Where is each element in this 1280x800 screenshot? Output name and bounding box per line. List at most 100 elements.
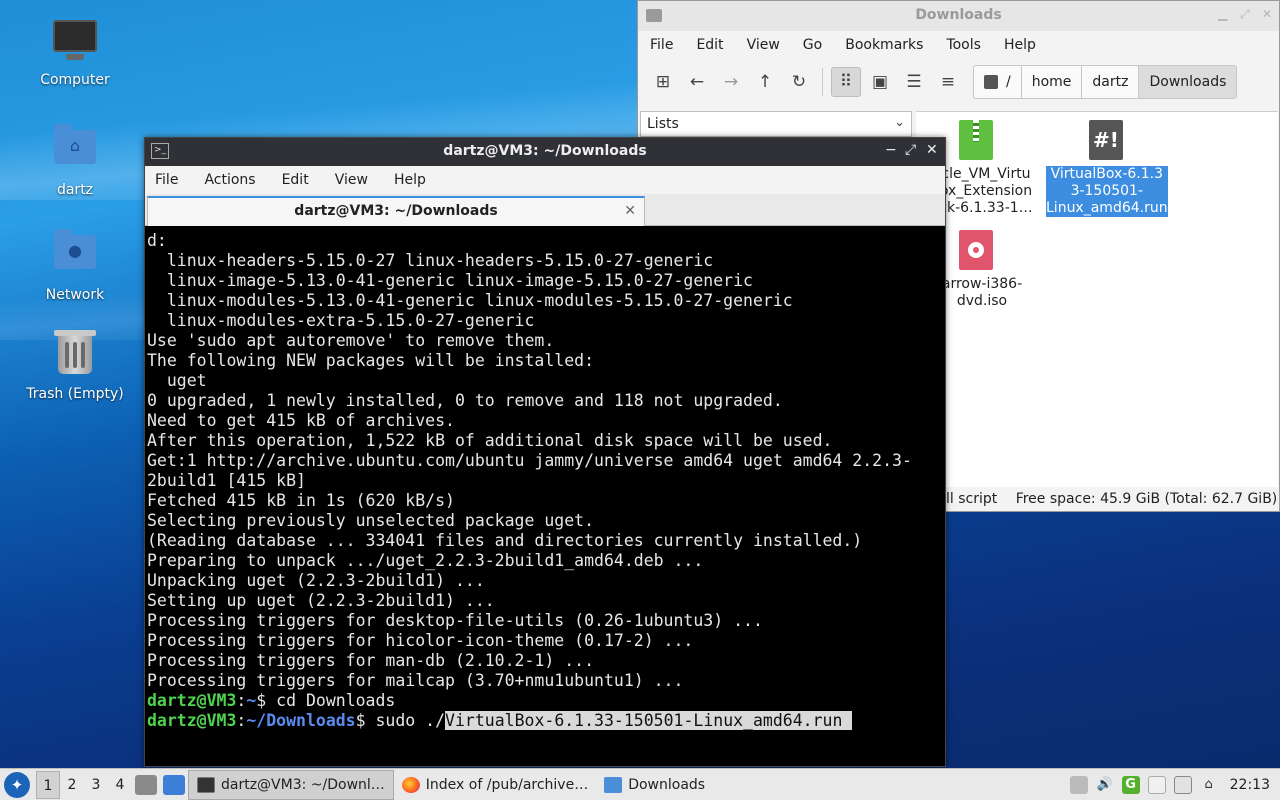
terminal-tab-bar: dartz@VM3: ~/Downloads ✕ [145,194,945,226]
terminal-line: Processing triggers for hicolor-icon-the… [147,631,694,650]
menu-help[interactable]: Help [394,172,426,188]
terminal-line: After this operation, 1,522 kB of additi… [147,431,833,450]
archive-icon [959,120,993,160]
forward-icon[interactable]: → [716,67,746,97]
thumbnail-view-icon[interactable]: ▣ [865,67,895,97]
file-manager-titlebar[interactable]: Downloads ▁ ⤢ ✕ [638,1,1279,31]
desktop-icon-label: Network [45,287,105,303]
uget-icon[interactable]: G [1121,775,1140,794]
terminal-icon [197,776,215,793]
show-desktop-icon[interactable] [163,774,185,795]
status-free-space: Free space: 45.9 GiB (Total: 62.7 GiB) [1015,491,1278,507]
menu-view[interactable]: View [335,172,368,188]
terminal-line: Need to get 415 kB of archives. [147,411,455,430]
window-title: dartz@VM3: ~/Downloads [443,143,647,159]
maximize-icon[interactable]: ⤢ [1240,7,1250,22]
terminal-lines: d: linux-headers-5.15.0-27 linux-headers… [147,231,943,691]
reload-icon[interactable]: ↻ [784,67,814,97]
desktop-icon-home[interactable]: ⌂ dartz [20,122,130,198]
breadcrumb-home[interactable]: home [1022,66,1083,98]
task-file-manager[interactable]: Downloads [596,770,713,800]
desktop-icon-network[interactable]: ● Network [20,227,130,303]
clipboard-icon[interactable] [1069,775,1088,794]
breadcrumb-dartz[interactable]: dartz [1082,66,1140,98]
minimize-icon[interactable]: ▁ [1218,7,1227,21]
maximize-icon[interactable]: ⤢ [905,142,916,158]
terminal-titlebar[interactable]: >_ dartz@VM3: ~/Downloads − ⤢ ✕ [145,138,945,166]
home-folder-icon: ⌂ [52,124,98,176]
folder-icon [604,776,623,793]
file-item-selected[interactable]: #! VirtualBox-6.1.3 3-150501- Linux_amd6… [1046,120,1168,217]
workspace-1[interactable]: 1 [36,770,60,799]
terminal-line: linux-image-5.13.0-41-generic linux-imag… [147,271,753,290]
system-tray: 🔊 G ⌂ 22:13 [1069,775,1280,794]
task-terminal[interactable]: dartz@VM3: ~/Downl… [188,769,394,800]
terminal-line: Processing triggers for man-db (2.10.2-1… [147,651,595,670]
task-firefox[interactable]: Index of /pub/archive… [394,770,596,800]
detailed-list-icon[interactable]: ≡ [933,67,963,97]
desktop-icon-label: dartz [56,182,94,198]
back-icon[interactable]: ← [682,67,712,97]
status-bar: ll script Free space: 45.9 GiB (Total: 6… [916,489,1278,511]
menu-go[interactable]: Go [803,37,833,53]
terminal-line: Processing triggers for mailcap (3.70+nm… [147,671,684,690]
desktop-icon-computer[interactable]: Computer [20,18,130,88]
close-icon[interactable]: ✕ [1262,7,1272,21]
compact-view-icon[interactable]: ☰ [899,67,929,97]
file-manager-menubar: File Edit View Go Bookmarks Tools Help [638,31,1279,59]
menu-view[interactable]: View [747,37,791,53]
drive-icon [984,75,998,89]
breadcrumb-downloads[interactable]: Downloads [1139,66,1237,98]
menu-tools[interactable]: Tools [946,37,992,53]
workspace-4[interactable]: 4 [108,771,132,799]
updates-icon[interactable] [1173,775,1192,794]
menu-edit[interactable]: Edit [696,37,734,53]
terminal-line: Preparing to unpack .../uget_2.2.3-2buil… [147,551,704,570]
menu-actions[interactable]: Actions [204,172,255,188]
status-selection: ll script [946,491,998,507]
terminal-line: linux-headers-5.15.0-27 linux-headers-5.… [147,251,714,270]
menu-file[interactable]: File [155,172,178,188]
desktop-icon-label: Computer [40,72,110,88]
up-icon[interactable]: ↑ [750,67,780,97]
chevron-down-icon: ⌄ [894,115,905,130]
workspace-3[interactable]: 3 [84,771,108,799]
terminal-line: Processing triggers for desktop-file-uti… [147,611,763,630]
terminal-line: d: [147,231,167,250]
menu-bookmarks[interactable]: Bookmarks [845,37,934,53]
terminal-line: (Reading database ... 334041 files and d… [147,531,863,550]
network-icon[interactable]: ⌂ [1200,776,1218,794]
terminal-line: Fetched 415 kB in 1s (620 kB/s) [147,491,455,510]
tab-close-icon[interactable]: ✕ [624,203,636,219]
workspace-2[interactable]: 2 [60,771,84,799]
menu-edit[interactable]: Edit [282,172,309,188]
menu-help[interactable]: Help [1004,37,1047,53]
terminal-tab[interactable]: dartz@VM3: ~/Downloads ✕ [147,196,645,226]
terminal-line: linux-modules-extra-5.15.0-27-generic [147,311,535,330]
terminal-line: uget [147,371,207,390]
terminal-line: linux-modules-5.13.0-41-generic linux-mo… [147,291,793,310]
file-view[interactable]: cle_VM_Virtu ox_Extension ck-6.1.33-1… #… [916,111,1278,487]
start-menu-icon[interactable]: ✦ [4,771,30,798]
terminal-line: 0 upgraded, 1 newly installed, 0 to remo… [147,391,783,410]
desktop-icon-trash[interactable]: Trash (Empty) [20,330,130,402]
side-pane-mode-select[interactable]: Lists ⌄ [640,111,912,137]
breadcrumb-root[interactable]: / [974,66,1022,98]
firefox-icon [401,776,420,793]
terminal-line: Get:1 http://archive.ubuntu.com/ubuntu j… [147,451,912,470]
minimize-icon[interactable]: − [885,142,897,158]
icon-view-icon[interactable]: ⠿ [831,67,861,97]
new-tab-icon[interactable]: ⊞ [648,67,678,97]
close-icon[interactable]: ✕ [926,142,938,158]
breadcrumb: / home dartz Downloads [973,65,1238,99]
notes-icon[interactable] [1147,775,1166,794]
trash-icon [52,330,98,380]
file-name: cle_VM_Virtu ox_Extension ck-6.1.33-1… [939,166,1033,216]
file-manager-launcher-icon[interactable] [135,774,157,795]
menu-file[interactable]: File [650,37,684,53]
volume-icon[interactable]: 🔊 [1096,776,1114,794]
clock[interactable]: 22:13 [1230,777,1270,793]
script-icon: #! [1089,120,1123,160]
terminal-output[interactable]: d: linux-headers-5.15.0-27 linux-headers… [145,228,943,764]
terminal-prompt-line-current: dartz@VM3:~/Downloads$ sudo ./VirtualBox… [147,711,853,730]
